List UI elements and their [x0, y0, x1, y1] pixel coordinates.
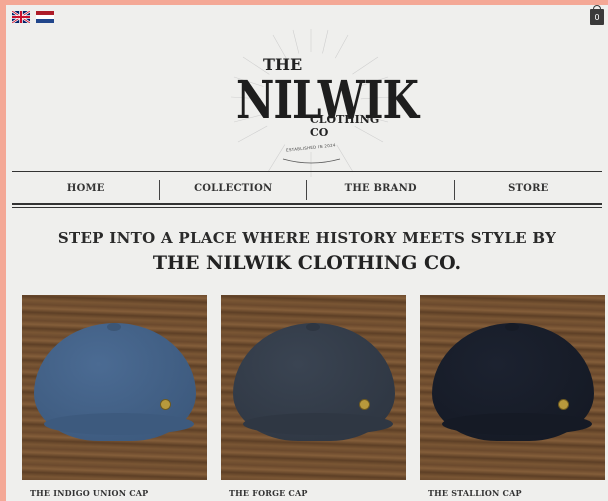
cap-brim	[442, 413, 592, 435]
product-image[interactable]	[22, 295, 207, 480]
page: 0 THE NILWIK CLOTHING CO ESTABLISHED IN …	[6, 5, 608, 501]
cap-badge-icon	[160, 399, 171, 410]
cap-button	[505, 323, 519, 331]
product-image[interactable]	[221, 295, 406, 480]
product-card-forge[interactable]: THE FORGE CAP	[221, 295, 406, 501]
cap-badge-icon	[558, 399, 569, 410]
hero-line-2: THE NILWIK CLOTHING CO.	[152, 252, 462, 274]
nav-collection[interactable]: COLLECTION	[160, 179, 308, 200]
nav-bottom-rule	[12, 203, 602, 208]
product-card-indigo-union[interactable]: THE INDIGO UNION CAP	[22, 295, 207, 501]
cart-count: 0	[594, 13, 600, 22]
nav-home[interactable]: HOME	[12, 179, 160, 200]
dutch-flag-icon[interactable]	[36, 11, 54, 23]
cap-button	[306, 323, 320, 331]
product-title[interactable]: THE STALLION CAP	[428, 488, 522, 498]
product-image[interactable]	[420, 295, 605, 480]
product-card-stallion[interactable]: THE STALLION CAP	[420, 295, 605, 501]
language-switcher	[12, 11, 54, 23]
site-logo[interactable]: THE NILWIK CLOTHING CO ESTABLISHED IN 20…	[228, 27, 419, 177]
cap-badge-icon	[359, 399, 370, 410]
nav-top-rule	[12, 171, 602, 172]
main-nav: HOME COLLECTION THE BRAND STORE	[12, 173, 602, 203]
product-title[interactable]: THE FORGE CAP	[229, 488, 308, 498]
nav-store[interactable]: STORE	[455, 183, 603, 194]
cap-brim	[243, 413, 393, 435]
product-grid: THE INDIGO UNION CAP THE FORGE CAP THE S…	[22, 295, 605, 501]
product-title[interactable]: THE INDIGO UNION CAP	[30, 488, 148, 498]
uk-flag-icon[interactable]	[12, 11, 30, 23]
nav-the-brand[interactable]: THE BRAND	[307, 179, 455, 200]
cap-button	[107, 323, 121, 331]
cart-button[interactable]: 0	[590, 5, 604, 25]
cap-brim	[44, 413, 194, 435]
hero-line-1: STEP INTO A PLACE WHERE HISTORY MEETS ST…	[57, 229, 557, 247]
logo-subtitle: CLOTHING CO	[310, 113, 380, 139]
